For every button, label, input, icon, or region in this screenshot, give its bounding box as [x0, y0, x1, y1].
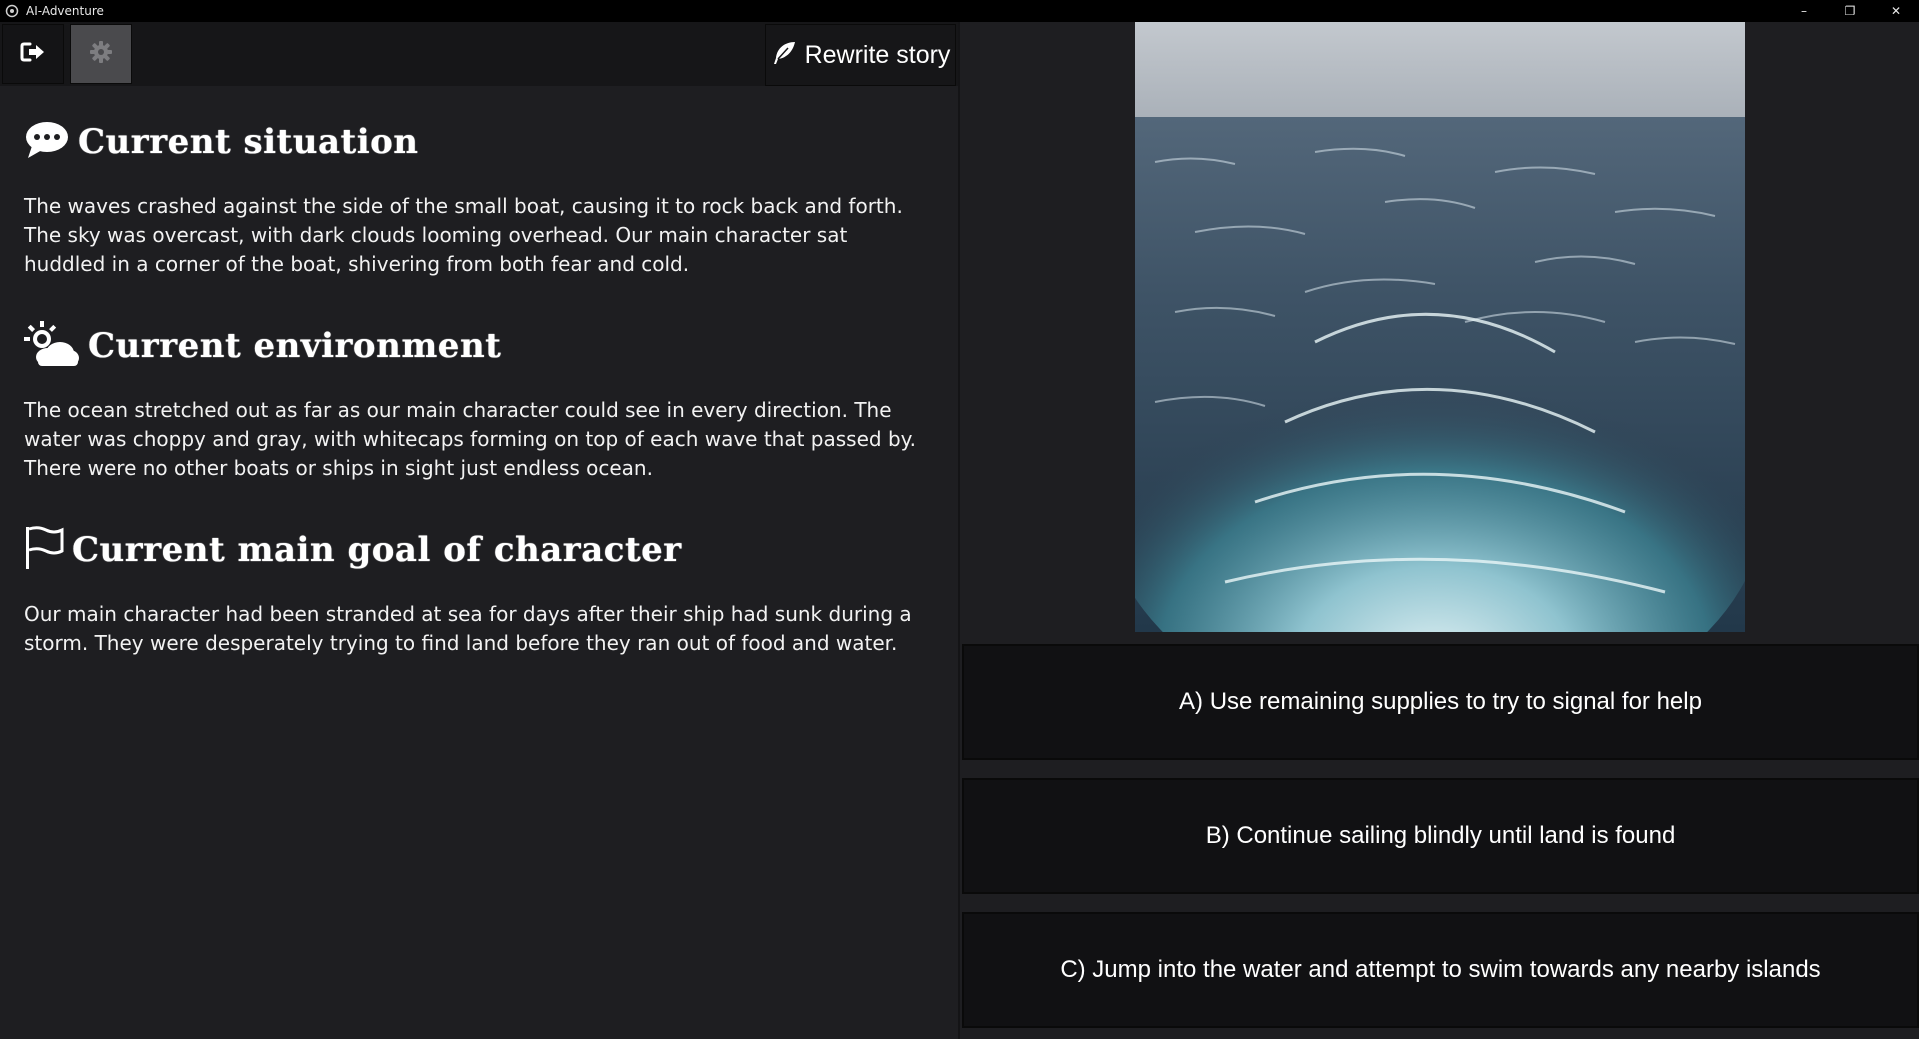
restore-button[interactable]: ❐: [1827, 0, 1873, 22]
choice-a-label: A) Use remaining supplies to try to sign…: [1179, 688, 1702, 715]
section-header: Current situation: [24, 118, 924, 166]
exit-button[interactable]: [2, 24, 64, 84]
exit-icon: [20, 41, 46, 67]
restore-icon: ❐: [1844, 4, 1856, 18]
goal-title: Current main goal of character: [72, 530, 682, 570]
speech-bubble-icon: [24, 120, 70, 164]
gear-icon: [89, 40, 113, 68]
choice-c-label: C) Jump into the water and attempt to sw…: [1060, 956, 1821, 983]
section-header: Current environment: [24, 321, 924, 371]
goal-text: Our main character had been stranded at …: [24, 602, 912, 655]
stormy-ocean-image: [1135, 22, 1745, 632]
situation-title: Current situation: [78, 122, 419, 162]
flag-icon: [24, 525, 64, 575]
minimize-button[interactable]: –: [1781, 0, 1827, 22]
environment-text: The ocean stretched out as far as our ma…: [24, 398, 916, 480]
window-title: AI-Adventure: [26, 4, 104, 18]
situation-text: The waves crashed against the side of th…: [24, 194, 903, 276]
feather-icon: [771, 40, 797, 70]
app-window: AI-Adventure – ❐ ✕ Rewrite story Current…: [0, 0, 1919, 1039]
toolbar: Rewrite story: [0, 22, 958, 86]
choice-b-label: B) Continue sailing blindly until land i…: [1205, 822, 1676, 849]
close-button[interactable]: ✕: [1873, 0, 1919, 22]
title-bar: AI-Adventure – ❐ ✕: [0, 0, 1919, 22]
environment-section: Current environment The ocean stretched …: [24, 321, 924, 483]
rewrite-story-button[interactable]: Rewrite story: [765, 24, 956, 86]
scene-panel: A) Use remaining supplies to try to sign…: [960, 22, 1919, 1039]
app-logo-icon: [4, 3, 20, 19]
window-controls: – ❐ ✕: [1781, 0, 1919, 22]
choice-c-button[interactable]: C) Jump into the water and attempt to sw…: [962, 912, 1919, 1028]
situation-section: Current situation The waves crashed agai…: [24, 118, 924, 279]
section-header: Current main goal of character: [24, 526, 924, 574]
minimize-icon: –: [1801, 4, 1807, 18]
sun-cloud-icon: [24, 321, 80, 371]
story-panel: Rewrite story Current situation The wave…: [0, 22, 958, 1039]
choice-a-button[interactable]: A) Use remaining supplies to try to sign…: [962, 644, 1919, 760]
close-icon: ✕: [1890, 4, 1902, 18]
environment-title: Current environment: [88, 326, 502, 366]
choice-b-button[interactable]: B) Continue sailing blindly until land i…: [962, 778, 1919, 894]
settings-button[interactable]: [70, 24, 132, 84]
goal-section: Current main goal of character Our main …: [24, 526, 924, 658]
rewrite-story-label: Rewrite story: [804, 40, 951, 69]
